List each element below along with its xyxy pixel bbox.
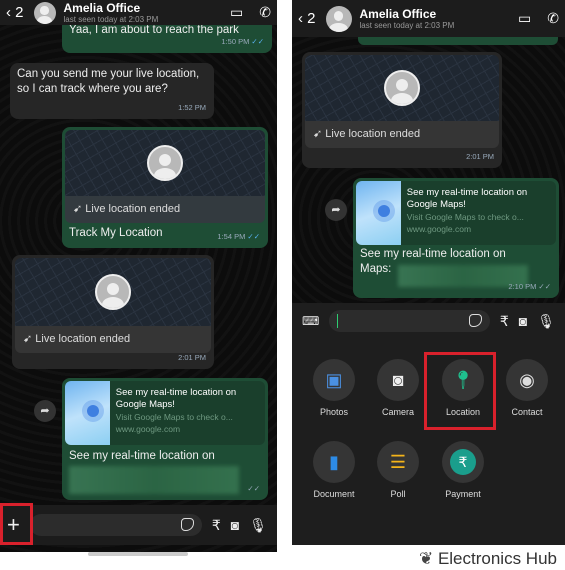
forward-icon[interactable]: ➦	[34, 400, 56, 422]
message-bubble[interactable]: Can you send me your live location, so I…	[10, 63, 214, 119]
contact-avatar[interactable]	[33, 1, 56, 24]
last-seen: last seen today at 2:03 PM	[63, 15, 159, 24]
attach-camera[interactable]: ◙ Camera	[366, 359, 430, 417]
chat-header: ‹ 2 Amelia Office last seen today at 2:03…	[0, 0, 277, 25]
message-time: 2:01 PM	[178, 353, 206, 362]
live-location-bubble[interactable]: ➹ Live location ended Track My Location …	[62, 127, 268, 248]
message-text: See my real-time location on	[69, 450, 215, 462]
back-button[interactable]: ‹ 2	[6, 4, 24, 21]
left-phone-screen: ‹ 2 Amelia Office last seen today at 2:03…	[0, 0, 277, 552]
camera-icon: ◙	[377, 359, 419, 401]
message-text: Track My Location	[69, 227, 163, 239]
payment-icon: ₹	[442, 441, 484, 483]
microphone-icon[interactable]: 🎙	[537, 313, 555, 330]
microphone-icon[interactable]: 🎙	[249, 517, 267, 534]
watermark-logo: ❦ Electronics Hub	[418, 549, 557, 568]
message-text: Yaa, I am about to reach the park	[69, 24, 239, 36]
contact-avatar[interactable]	[325, 5, 352, 32]
video-call-icon[interactable]: ▭	[518, 10, 531, 27]
attach-photos[interactable]: ▣ Photos	[302, 359, 366, 417]
avatar	[95, 274, 131, 310]
message-input[interactable]	[29, 514, 202, 536]
input-bar: + ₹ ◙ 🎙	[0, 505, 277, 545]
contact-name[interactable]: Amelia Office	[64, 1, 159, 15]
payment-icon[interactable]: ₹	[212, 517, 221, 534]
link-message-bubble[interactable]: See my real-time location on Google Maps…	[353, 178, 559, 298]
avatar	[384, 70, 420, 106]
forward-icon[interactable]: ➦	[325, 199, 347, 221]
contact-icon: ◉	[506, 359, 548, 401]
map-preview[interactable]	[305, 55, 499, 121]
link-preview[interactable]: See my real-time location on Google Maps…	[356, 181, 556, 245]
payment-icon[interactable]: ₹	[500, 313, 509, 330]
maps-thumbnail	[65, 381, 110, 445]
message-time: 1:52 PM	[178, 103, 206, 112]
keyboard-icon[interactable]: ⌨	[302, 314, 319, 328]
live-location-icon: ➹	[73, 203, 83, 215]
map-preview[interactable]	[15, 258, 211, 326]
attach-contact[interactable]: ◉ Contact	[495, 359, 559, 417]
phone-call-icon[interactable]: ✆	[547, 10, 559, 27]
highlight-box	[0, 503, 33, 545]
maps-thumbnail	[356, 181, 401, 245]
sticker-icon	[180, 518, 194, 531]
message-text: Can you send me your live location, so I…	[17, 68, 200, 95]
back-button[interactable]: ‹ 2	[298, 10, 316, 27]
live-location-status: ➹ Live location ended	[65, 196, 265, 223]
poll-icon: ☰	[377, 441, 419, 483]
message-time: 1:50 PM ✓✓	[221, 37, 264, 46]
message-bubble-partial	[358, 37, 558, 45]
phone-call-icon[interactable]: ✆	[259, 4, 271, 21]
live-location-icon: ➹	[23, 333, 33, 345]
unread-count: 2	[15, 4, 24, 21]
link-preview[interactable]: See my real-time location on Google Maps…	[65, 381, 265, 445]
camera-icon[interactable]: ◙	[231, 517, 239, 533]
read-ticks-icon: ✓✓	[247, 232, 260, 241]
camera-icon[interactable]: ◙	[519, 313, 527, 329]
message-time: ✓✓	[247, 484, 260, 493]
right-phone-screen: ‹ 2 Amelia Office last seen today at 2:03…	[292, 0, 565, 545]
live-location-bubble[interactable]: ➹ Live location ended 2:01 PM	[12, 255, 214, 369]
attach-document[interactable]: ▮ Document	[302, 441, 366, 499]
live-location-bubble[interactable]: ➹ Live location ended 2:01 PM	[302, 52, 502, 168]
message-input[interactable]	[329, 310, 490, 332]
home-indicator	[88, 552, 188, 556]
sticker-icon	[468, 314, 482, 327]
contact-name[interactable]: Amelia Office	[360, 7, 455, 21]
live-location-icon: ➹	[313, 128, 323, 140]
chat-header: ‹ 2 Amelia Office last seen today at 2:03…	[292, 0, 565, 37]
link-message-bubble[interactable]: See my real-time location on Google Maps…	[62, 378, 268, 500]
read-ticks-icon: ✓✓	[251, 37, 264, 46]
message-time: 2:10 PM ✓✓	[508, 282, 551, 291]
text-cursor	[337, 314, 339, 328]
attachment-menu: ▣ Photos ◙ Camera 📍︎ Location ◉ Contact ▮ Doc…	[292, 339, 565, 545]
video-call-icon[interactable]: ▭	[230, 4, 243, 21]
document-icon: ▮	[313, 441, 355, 483]
attach-payment[interactable]: ₹ Payment	[431, 441, 495, 499]
live-location-status: ➹ Live location ended	[305, 121, 499, 148]
redacted-link	[69, 466, 239, 494]
map-preview[interactable]	[65, 130, 265, 196]
photos-icon: ▣	[313, 359, 355, 401]
message-time: 1:54 PM ✓✓	[217, 232, 260, 241]
live-location-status: ➹ Live location ended	[15, 326, 211, 353]
input-bar: ⌨ ₹ ◙ 🎙	[292, 303, 565, 339]
last-seen: last seen today at 2:03 PM	[359, 21, 455, 30]
message-time: 2:01 PM	[466, 152, 494, 161]
highlight-box	[424, 352, 496, 430]
attach-poll[interactable]: ☰ Poll	[366, 441, 430, 499]
avatar	[147, 145, 183, 181]
